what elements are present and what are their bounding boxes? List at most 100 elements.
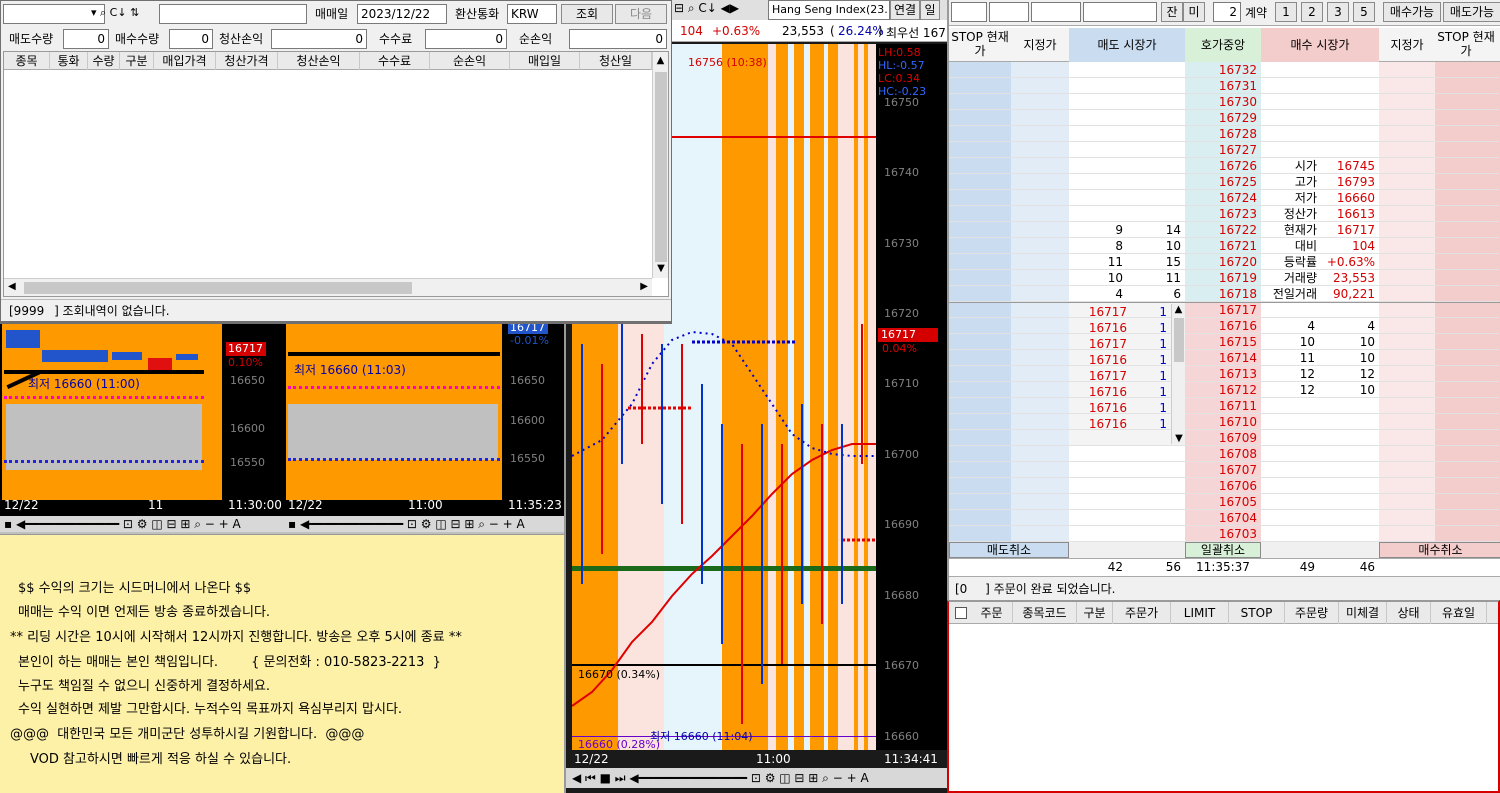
ob-row[interactable]: 16715: [949, 334, 1499, 350]
orders-col[interactable]: 종목코드: [1013, 602, 1077, 624]
account-search-icons[interactable]: ▾ ⌕ C↓ ⇅: [91, 6, 139, 20]
qty-button-5[interactable]: 5: [1353, 2, 1375, 22]
main-chart-toolbar[interactable]: ◀ ⏮ ■ ⏭ ◀━━━━━━━━━━━━━━━ ⊡ ⚙ ◫ ⊟ ⊞ ⌕ − +…: [566, 768, 947, 788]
ob-row[interactable]: 16708: [949, 446, 1499, 462]
qty-button-3[interactable]: 3: [1327, 2, 1349, 22]
ob-row[interactable]: 16711: [949, 398, 1499, 414]
qty-button-1[interactable]: 1: [1275, 2, 1297, 22]
ob-price[interactable]: 16728: [1185, 126, 1261, 142]
account-combo[interactable]: [3, 4, 105, 24]
ob-symbol-field[interactable]: [1083, 2, 1157, 22]
col-header[interactable]: 종목: [4, 52, 50, 70]
ob-price[interactable]: 16718: [1185, 286, 1261, 302]
remain-button[interactable]: 잔: [1161, 2, 1183, 22]
ob-price[interactable]: 16713: [1185, 366, 1261, 382]
ob-price[interactable]: 16709: [1185, 430, 1261, 446]
ob-row[interactable]: 16714: [949, 350, 1499, 366]
cancel-sell-button[interactable]: 매도취소: [949, 542, 1069, 558]
sell-possible-button[interactable]: 매도가능: [1443, 2, 1500, 22]
orders-col[interactable]: STOP: [1229, 602, 1285, 624]
col-header[interactable]: 구분: [120, 52, 154, 70]
mi-button[interactable]: 미: [1183, 2, 1205, 22]
ob-price[interactable]: 16722: [1185, 222, 1261, 238]
orders-col[interactable]: 유효일: [1431, 602, 1487, 624]
ob-price[interactable]: 16715: [1185, 334, 1261, 350]
orders-col[interactable]: 구분: [1077, 602, 1113, 624]
col-header[interactable]: 통화: [50, 52, 88, 70]
ob-ladder[interactable]: 16732 16731 16730 16729 16728 16727 16726 16725…: [949, 62, 1500, 558]
mini-right-toolbar[interactable]: ▪ ◀━━━━━━━━━━━━━ ⊡ ⚙ ◫ ⊟ ⊞ ⌕ − + A: [284, 516, 564, 532]
ob-price[interactable]: 16706: [1185, 478, 1261, 494]
col-header[interactable]: 매입가격: [154, 52, 216, 70]
mini-left-toolbar[interactable]: ▪ ◀━━━━━━━━━━━━━ ⊡ ⚙ ◫ ⊟ ⊞ ⌕ − + A: [0, 516, 284, 532]
ob-row[interactable]: 16712: [949, 382, 1499, 398]
ob-row[interactable]: 16706: [949, 478, 1499, 494]
ob-price[interactable]: 16714: [1185, 350, 1261, 366]
ob-row[interactable]: 16718: [949, 286, 1499, 302]
orders-col[interactable]: 상태: [1387, 602, 1431, 624]
orders-col[interactable]: 주문: [971, 602, 1013, 624]
orders-col[interactable]: 미체결: [1339, 602, 1387, 624]
ob-price[interactable]: 16708: [1185, 446, 1261, 462]
ob-row[interactable]: 16713: [949, 366, 1499, 382]
ob-price[interactable]: 16726: [1185, 158, 1261, 174]
ob-row[interactable]: 16709: [949, 430, 1499, 446]
ob-price[interactable]: 16729: [1185, 110, 1261, 126]
ob-row[interactable]: 16725: [949, 174, 1499, 190]
symbol-field[interactable]: Hang Seng Index(23.1: [768, 0, 890, 20]
ob-row[interactable]: 16731: [949, 78, 1499, 94]
ob-price[interactable]: 16707: [1185, 462, 1261, 478]
ob-price[interactable]: 16720: [1185, 254, 1261, 270]
ob-row[interactable]: 16710: [949, 414, 1499, 430]
orders-col[interactable]: LIMIT: [1171, 602, 1229, 624]
main-chart-toolbar-icons[interactable]: ⊟ ⌕ C↓ ◀▶: [674, 1, 739, 16]
ob-account-field[interactable]: [951, 2, 987, 22]
horizontal-scrollbar[interactable]: ◀ ▶: [4, 278, 652, 296]
date-field[interactable]: 2023/12/22: [357, 4, 447, 24]
ob-price[interactable]: 16717: [1185, 302, 1261, 318]
ob-price[interactable]: 16712: [1185, 382, 1261, 398]
ob-row[interactable]: 16726: [949, 158, 1499, 174]
ob-price[interactable]: 16723: [1185, 206, 1261, 222]
col-header[interactable]: 수수료: [360, 52, 430, 70]
tick-scrollbar[interactable]: ▲ ▼: [1171, 304, 1185, 444]
col-header[interactable]: 매입일: [510, 52, 580, 70]
ob-price[interactable]: 16727: [1185, 142, 1261, 158]
query-button[interactable]: 조회: [561, 4, 613, 24]
col-header[interactable]: 순손익: [430, 52, 510, 70]
ob-row[interactable]: 16717: [949, 302, 1499, 318]
ob-row[interactable]: 16732: [949, 62, 1499, 78]
ob-row[interactable]: 16728: [949, 126, 1499, 142]
vertical-scrollbar[interactable]: ▲ ▼: [652, 52, 668, 278]
ob-row[interactable]: 16704: [949, 510, 1499, 526]
header-market-sell[interactable]: 매도 시장가: [1069, 28, 1185, 62]
ob-price[interactable]: 16721: [1185, 238, 1261, 254]
connect-button[interactable]: 연결: [890, 0, 920, 20]
col-header[interactable]: 청산손익: [278, 52, 360, 70]
ob-row[interactable]: 16730: [949, 94, 1499, 110]
select-all-checkbox[interactable]: [955, 607, 967, 619]
ob-price[interactable]: 16703: [1185, 526, 1261, 542]
ob-row[interactable]: 16703: [949, 526, 1499, 542]
qty-button-2[interactable]: 2: [1301, 2, 1323, 22]
ob-price[interactable]: 16731: [1185, 78, 1261, 94]
ob-row[interactable]: 16705: [949, 494, 1499, 510]
header-stop-sell[interactable]: STOP 현재가: [949, 30, 1011, 58]
buy-possible-button[interactable]: 매수가능: [1383, 2, 1441, 22]
col-header[interactable]: 청산일: [580, 52, 652, 70]
ob-row[interactable]: 16719: [949, 270, 1499, 286]
qty-input[interactable]: 2: [1213, 2, 1241, 22]
ob-row[interactable]: 16720: [949, 254, 1499, 270]
ob-row[interactable]: 16727: [949, 142, 1499, 158]
orders-col[interactable]: 주문가: [1113, 602, 1171, 624]
ob-row[interactable]: 16721: [949, 238, 1499, 254]
orders-col[interactable]: 주문량: [1285, 602, 1339, 624]
ob-row[interactable]: 16723: [949, 206, 1499, 222]
ob-price[interactable]: 16732: [1185, 62, 1261, 78]
cancel-all-button[interactable]: 일괄취소: [1185, 542, 1261, 558]
day-button[interactable]: 일: [920, 0, 940, 20]
ob-row[interactable]: 16729: [949, 110, 1499, 126]
ob-row[interactable]: 16722: [949, 222, 1499, 238]
ob-price[interactable]: 16724: [1185, 190, 1261, 206]
currency-select[interactable]: KRW: [507, 4, 557, 24]
